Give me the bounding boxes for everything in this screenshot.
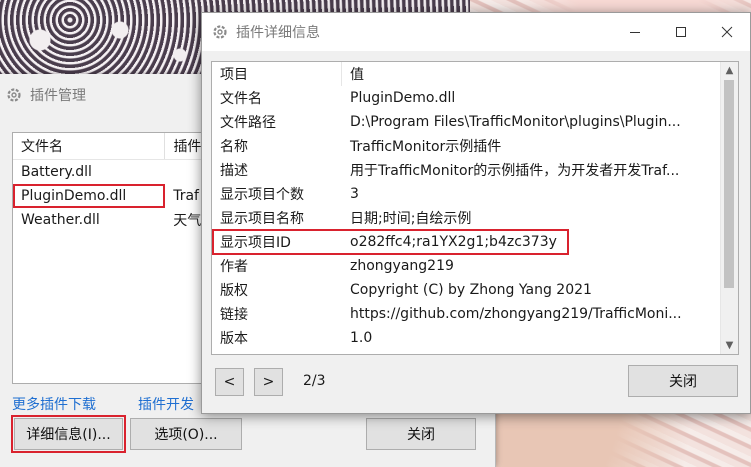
dialog-close-button[interactable]: 关闭 [628,365,738,397]
close-window-button[interactable] [704,13,750,51]
table-row[interactable]: 版本 1.0 [212,326,738,350]
details-table-header: 项目 值 [212,62,738,86]
minimize-button[interactable] [612,13,658,51]
vertical-scrollbar[interactable]: ▲ ▼ [720,62,738,354]
settings-gear-icon [6,87,22,103]
row-key: 作者 [220,259,248,275]
row-key: 文件路径 [220,115,276,131]
table-row[interactable]: 链接 https://github.com/zhongyang219/Traff… [212,302,738,326]
maximize-icon [676,27,686,37]
table-row[interactable]: 版权 Copyright (C) by Zhong Yang 2021 [212,278,738,302]
settings-gear-icon [212,24,228,40]
row-key: 显示项目ID [220,235,291,251]
plugin-file: Weather.dll [21,212,100,228]
scroll-up-arrow-icon[interactable]: ▲ [721,62,738,79]
row-value: PluginDemo.dll [350,90,456,106]
scrollbar-thumb[interactable] [724,80,734,288]
plugin-links: 更多插件下载 插件开发 [12,394,194,414]
close-icon [721,26,733,38]
row-value: 用于TrafficMonitor的示例插件，为开发者开发Traf... [350,163,680,179]
row-value: 3 [350,186,359,202]
scroll-down-arrow-icon[interactable]: ▼ [721,337,738,354]
dialog-title: 插件详细信息 [236,25,320,41]
minimize-icon [630,32,640,33]
plugin-row-plugindemo[interactable]: PluginDemo.dll Traf [13,184,213,208]
row-key: 链接 [220,307,248,323]
plugin-manager-title: 插件管理 [30,88,86,104]
dialog-titlebar: 插件详细信息 [202,13,750,51]
details-table[interactable]: 项目 值 文件名 PluginDemo.dll 文件路径 D:\Program … [211,61,739,355]
row-key: 名称 [220,139,248,155]
row-value: 日期;时间;自绘示例 [350,211,472,227]
page-indicator: 2/3 [303,373,326,389]
table-row[interactable]: 描述 用于TrafficMonitor的示例插件，为开发者开发Traf... [212,158,738,182]
row-key: 文件名 [220,91,262,107]
header-value[interactable]: 值 [342,62,720,86]
close-button[interactable]: 关闭 [366,418,476,450]
table-row[interactable]: 显示项目个数 3 [212,182,738,206]
row-key: 显示项目名称 [220,211,304,227]
more-plugins-download-link[interactable]: 更多插件下载 [12,394,96,414]
plugin-list[interactable]: 文件名 插件 Battery.dll PluginDemo.dll Traf W… [12,132,214,384]
plugin-row-weather[interactable]: Weather.dll 天气 [13,208,213,232]
table-row[interactable]: 显示项目名称 日期;时间;自绘示例 [212,206,738,230]
plugin-list-header: 文件名 插件 [13,133,213,160]
row-value: zhongyang219 [350,258,454,274]
row-key: 描述 [220,163,248,179]
row-value: o282ffc4;ra1YX2g1;b4zc373y [350,234,557,250]
table-row[interactable]: 作者 zhongyang219 [212,254,738,278]
header-item[interactable]: 项目 [212,62,342,86]
plugin-row-battery[interactable]: Battery.dll [13,160,213,184]
maximize-button[interactable] [658,13,704,51]
details-button[interactable]: 详细信息(I)... [11,415,126,453]
plugin-file: PluginDemo.dll [13,184,166,208]
row-value: TrafficMonitor示例插件 [350,139,502,155]
next-page-button[interactable]: > [254,368,283,396]
table-row[interactable]: 文件名 PluginDemo.dll [212,86,738,110]
column-header-filename[interactable]: 文件名 [13,133,166,159]
row-value: https://github.com/zhongyang219/TrafficM… [350,306,682,322]
row-key: 版本 [220,331,248,347]
table-row[interactable]: 名称 TrafficMonitor示例插件 [212,134,738,158]
row-value: Copyright (C) by Zhong Yang 2021 [350,282,592,298]
row-value: 1.0 [350,330,373,346]
table-row[interactable]: 文件路径 D:\Program Files\TrafficMonitor\plu… [212,110,738,134]
options-button[interactable]: 选项(O)... [130,418,242,450]
previous-page-button[interactable]: < [215,368,244,396]
row-key: 版权 [220,283,248,299]
row-value: D:\Program Files\TrafficMonitor\plugins\… [350,114,681,130]
row-key: 显示项目个数 [220,187,304,203]
plugin-details-dialog: 插件详细信息 项目 值 文件名 PluginDemo.dll 文件路径 D:\P… [201,12,751,414]
window-controls [612,13,750,51]
plugin-file: Battery.dll [21,164,92,180]
table-row-highlighted[interactable]: 显示项目ID o282ffc4;ra1YX2g1;b4zc373y [212,229,738,255]
plugin-dev-guide-link[interactable]: 插件开发 [138,394,194,414]
